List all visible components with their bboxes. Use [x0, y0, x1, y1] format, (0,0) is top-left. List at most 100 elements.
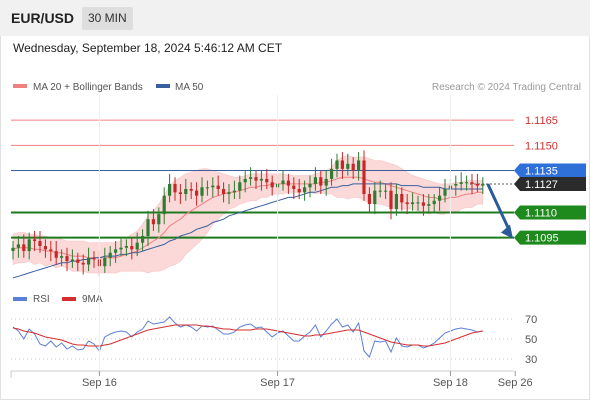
candle-body: [141, 235, 145, 243]
candle-body: [454, 183, 458, 186]
ma20-legend-label: MA 20 + Bollinger Bands: [33, 82, 143, 93]
candle-body: [43, 246, 47, 250]
candle-body: [324, 178, 328, 186]
candle-body: [400, 194, 404, 203]
candle-body: [216, 185, 220, 189]
candle-body: [189, 188, 193, 191]
candle-body: [281, 180, 285, 184]
candle-body: [16, 244, 20, 248]
candle-body: [405, 202, 409, 205]
candle-body: [384, 190, 388, 192]
candle-body: [103, 257, 107, 267]
rsi-tick-label: 50: [525, 334, 537, 346]
candle-body: [416, 202, 420, 204]
price-chart: MA 20 + Bollinger Bands MA 50 Research ©…: [10, 82, 586, 389]
candle-body: [378, 190, 382, 192]
candle-body: [259, 178, 263, 181]
candle-body: [367, 194, 371, 205]
candle-body: [238, 182, 242, 191]
candle-body: [249, 177, 253, 179]
price-level-label: 1.1165: [525, 115, 558, 127]
price-level-label: 1.1150: [525, 140, 558, 152]
candle-body: [184, 188, 188, 195]
candle-body: [205, 187, 209, 189]
candle-body: [373, 190, 377, 205]
candle-body: [151, 219, 155, 225]
candle-body: [211, 185, 215, 188]
rsi-legend-swatch: [13, 297, 27, 301]
candle-body: [38, 241, 42, 247]
candle-body: [394, 194, 398, 210]
candle-body: [351, 163, 355, 171]
rsi-legend-label: RSI: [33, 294, 50, 305]
source-credit: Research © 2024 Trading Central: [432, 82, 581, 93]
candle-body: [124, 246, 128, 248]
rsi-tick-label: 70: [525, 314, 537, 326]
rsi-tick-label: 30: [525, 354, 537, 366]
candle-body: [173, 183, 177, 193]
candle-body: [459, 182, 463, 184]
indicator-legend: MA 20 + Bollinger Bands MA 50 Research ©…: [13, 82, 581, 93]
candle-body: [340, 160, 344, 169]
rsi-legend: RSI 9MA: [13, 294, 103, 305]
candle-body: [443, 188, 447, 196]
candle-body: [114, 249, 118, 253]
ma50-legend-swatch: [156, 84, 170, 88]
candle-body: [357, 160, 361, 171]
rsi-line: [12, 316, 483, 358]
candle-body: [335, 160, 339, 169]
candle-body: [135, 242, 139, 250]
candle-body: [346, 163, 350, 169]
candle-body: [303, 187, 307, 193]
candle-body: [313, 177, 317, 184]
candle-body: [60, 256, 64, 258]
candle-body: [308, 183, 312, 188]
candle-body: [330, 168, 334, 179]
candle-body: [119, 247, 123, 250]
candle-body: [65, 256, 69, 262]
candle-body: [76, 259, 80, 263]
candle-body: [11, 247, 15, 252]
rsi-ma-line: [12, 324, 483, 347]
candle-body: [265, 178, 269, 183]
x-axis-tick-label: Sep 16: [82, 377, 117, 389]
candle-body: [81, 262, 85, 265]
candle-body: [362, 160, 366, 195]
x-axis-tick-label: Sep 26: [498, 377, 533, 389]
candle-body: [162, 195, 166, 215]
candle-body: [108, 252, 112, 258]
candle-body: [195, 190, 199, 196]
candle-body: [438, 195, 442, 201]
candle-body: [222, 188, 226, 195]
candle-body: [427, 204, 431, 206]
x-axis-tick-label: Sep 18: [433, 377, 468, 389]
candle-body: [49, 249, 53, 252]
forecast-arrow-shaft: [486, 183, 511, 231]
x-axis-tick-label: Sep 17: [260, 377, 295, 389]
candle-body: [270, 182, 274, 188]
candle-body: [243, 178, 247, 183]
candle-body: [421, 202, 425, 206]
price-level-label: 1.1110: [525, 207, 557, 219]
candle-body: [168, 183, 172, 196]
candle-body: [200, 187, 204, 196]
candle-body: [432, 200, 436, 205]
candle-body: [292, 185, 296, 189]
candle-body: [92, 257, 96, 260]
ma20-legend-swatch: [13, 84, 27, 88]
candle-body: [87, 257, 91, 265]
candle-body: [227, 192, 231, 195]
candle-body: [465, 182, 469, 184]
candle-body: [178, 192, 182, 195]
candle-body: [70, 259, 74, 262]
candle-body: [146, 219, 150, 236]
candle-body: [475, 183, 479, 186]
candle-body: [232, 190, 236, 193]
candle-body: [470, 182, 474, 184]
candle-body: [481, 183, 485, 186]
price-level-label: 1.1095: [525, 233, 559, 245]
ma50-legend-label: MA 50: [175, 82, 204, 93]
candle-body: [22, 244, 26, 252]
candle-body: [286, 180, 290, 186]
price-level-label: 1.1127: [525, 179, 558, 191]
